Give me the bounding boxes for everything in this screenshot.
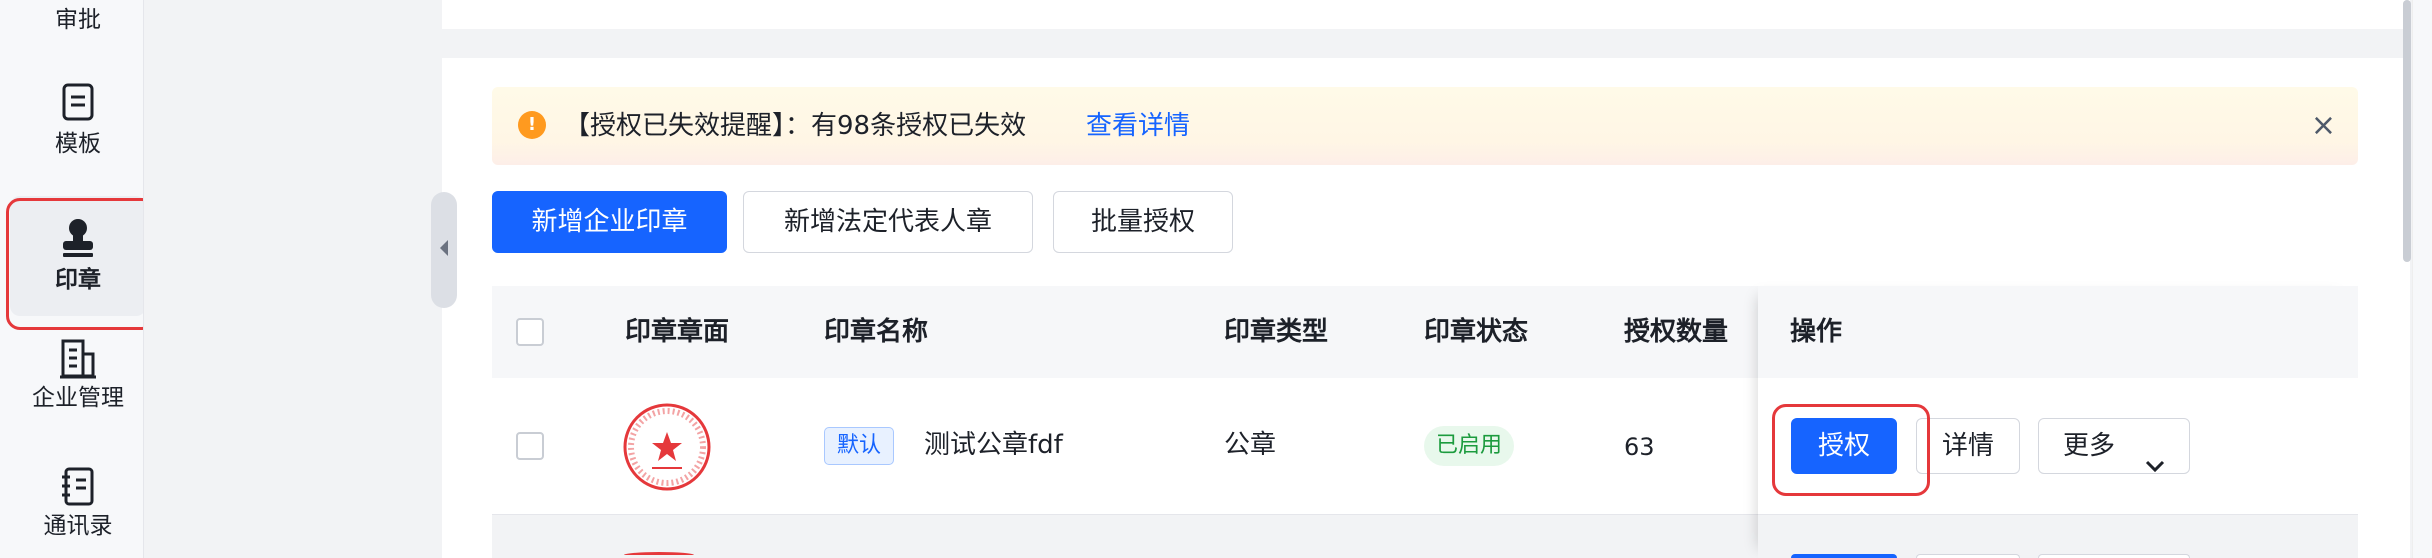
sidebar-item-label: 审批 [55, 7, 101, 33]
seal-name: 测试公章fdf [924, 430, 1063, 460]
more-dropdown[interactable]: 更多 [2038, 418, 2190, 474]
row-checkbox[interactable] [516, 432, 544, 460]
seal-image[interactable] [624, 552, 694, 558]
column-header-seal-type: 印章类型 [1224, 317, 1329, 347]
batch-authorize-button[interactable]: 批量授权 [1053, 191, 1233, 253]
building-icon [59, 338, 97, 380]
add-company-seal-button[interactable]: 新增企业印章 [492, 191, 727, 253]
chevron-down-icon [2145, 438, 2165, 492]
column-header-auth-count: 授权数量 [1624, 317, 1729, 347]
more-label: 更多 [2063, 431, 2116, 461]
template-icon [61, 82, 95, 122]
content-gutter [144, 0, 442, 558]
authorize-button[interactable] [1791, 554, 1897, 558]
column-header-seal-status: 印章状态 [1424, 317, 1529, 347]
add-legal-rep-seal-button[interactable]: 新增法定代表人章 [743, 191, 1033, 253]
more-dropdown[interactable] [2038, 554, 2190, 558]
sidebar-item-contacts[interactable]: 通讯录 [10, 466, 146, 540]
auth-count: 63 [1624, 433, 1655, 461]
seal-type: 公章 [1224, 430, 1277, 460]
details-button[interactable] [1916, 554, 2020, 558]
expired-authorization-alert: ! 【授权已失效提醒】：有98条授权已失效 查看详情 × [492, 87, 2358, 165]
sidebar-item-label: 印章 [55, 267, 101, 293]
contacts-icon [60, 466, 96, 508]
scrollbar-thumb[interactable] [2403, 0, 2411, 262]
sidebar: 审批 模板 印章 企业管理 通讯录 [0, 0, 146, 558]
column-header-seal-face: 印章章面 [625, 317, 730, 347]
sidebar-item-enterprise[interactable]: 企业管理 [10, 338, 146, 412]
seal-image[interactable] [622, 402, 712, 496]
details-button[interactable]: 详情 [1916, 418, 2020, 474]
sidebar-item-label: 企业管理 [32, 385, 124, 411]
sidebar-item-template[interactable]: 模板 [10, 82, 146, 158]
sidebar-item-seal[interactable]: 印章 [10, 196, 146, 316]
collapse-sidebar-handle[interactable] [431, 192, 457, 308]
view-details-link[interactable]: 查看详情 [1086, 109, 1190, 143]
status-badge: 已启用 [1424, 426, 1515, 466]
sidebar-item-approval[interactable]: 审批 [10, 0, 146, 36]
select-all-checkbox[interactable] [516, 318, 544, 346]
sidebar-item-label: 模板 [55, 131, 101, 157]
default-tag: 默认 [824, 427, 895, 465]
alert-message: 【授权已失效提醒】：有98条授权已失效 [564, 111, 1027, 141]
authorize-button[interactable]: 授权 [1791, 418, 1897, 474]
column-header-seal-name: 印章名称 [824, 317, 929, 347]
close-icon[interactable]: × [2311, 109, 2336, 143]
scrollbar-track [2412, 0, 2432, 558]
warning-icon: ! [518, 111, 546, 139]
collapse-arrow-icon [438, 239, 450, 261]
sidebar-item-label: 通讯录 [43, 513, 113, 539]
top-card [442, 0, 2410, 29]
seal-icon [60, 218, 96, 258]
